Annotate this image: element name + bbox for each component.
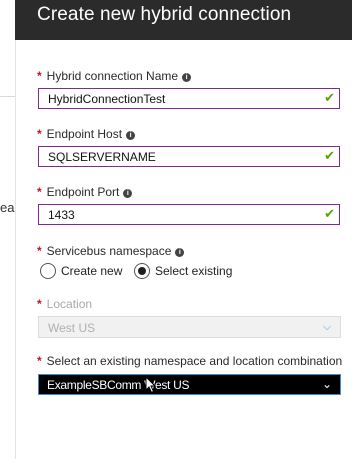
blade-header: Create new hybrid connection <box>15 0 352 40</box>
namespace-label: * Servicebus namespace i <box>37 244 185 258</box>
location-select: West US ⌵ <box>38 316 341 338</box>
existing-combination-select[interactable]: ExampleSBComm West US ⌄ <box>38 374 341 395</box>
mouse-pointer-icon <box>145 376 157 394</box>
chevron-down-icon: ⌵ <box>314 317 340 337</box>
background-divider <box>0 96 15 97</box>
required-asterisk: * <box>37 185 42 199</box>
background-text-fragment: ea <box>0 200 15 215</box>
checkmark-icon: ✔ <box>324 148 335 163</box>
radio-circle-selected[interactable] <box>134 263 150 279</box>
hybrid-connection-name-input[interactable]: HybridConnectionTest ✔ <box>38 88 340 109</box>
required-asterisk: * <box>37 127 42 141</box>
existing-combination-value: ExampleSBComm West US <box>47 378 190 392</box>
info-icon[interactable]: i <box>123 189 133 198</box>
host-input-value: SQLSERVERNAME <box>48 150 156 164</box>
existing-combination-label: * Select an existing namespace and locati… <box>37 354 343 368</box>
location-value: West US <box>48 321 96 335</box>
checkmark-icon: ✔ <box>324 206 335 221</box>
location-label: * Location <box>37 297 93 311</box>
background-blade-strip: ea <box>0 0 16 459</box>
radio-create-new-label[interactable]: Create new <box>61 264 122 278</box>
checkmark-icon: ✔ <box>324 90 335 105</box>
host-label: * Endpoint Host i <box>37 127 136 141</box>
port-input-value: 1433 <box>48 208 75 222</box>
name-input-value: HybridConnectionTest <box>48 92 166 106</box>
radio-selected-dot <box>138 267 146 275</box>
required-asterisk: * <box>37 354 42 368</box>
endpoint-host-input[interactable]: SQLSERVERNAME ✔ <box>38 146 340 167</box>
chevron-down-icon[interactable]: ⌄ <box>322 377 332 391</box>
info-icon[interactable]: i <box>182 73 192 82</box>
info-icon[interactable]: i <box>126 131 136 140</box>
required-asterisk: * <box>37 244 42 258</box>
port-label: * Endpoint Port i <box>37 185 133 199</box>
page-title: Create new hybrid connection <box>37 4 292 25</box>
name-label: * Hybrid connection Name i <box>37 69 192 83</box>
required-asterisk: * <box>37 69 42 83</box>
radio-circle[interactable] <box>40 263 56 279</box>
endpoint-port-input[interactable]: 1433 ✔ <box>38 204 340 225</box>
required-asterisk: * <box>37 297 42 311</box>
info-icon[interactable]: i <box>175 248 185 257</box>
radio-select-existing-label[interactable]: Select existing <box>155 264 232 278</box>
